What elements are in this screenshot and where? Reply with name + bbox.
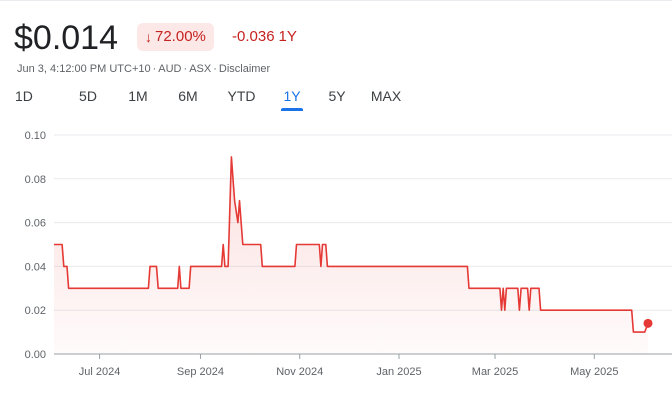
y-tick-label: 0.08 — [25, 174, 46, 186]
x-tick-label: May 2025 — [570, 366, 618, 378]
x-tick-label: Sep 2024 — [177, 366, 224, 378]
y-tick-label: 0.10 — [25, 130, 46, 142]
y-tick-label: 0.02 — [25, 305, 46, 317]
x-tick-label: Jan 2025 — [376, 366, 421, 378]
y-tick-label: 0.00 — [25, 349, 46, 361]
y-tick-label: 0.06 — [25, 218, 46, 230]
x-tick-label: Jul 2024 — [79, 366, 121, 378]
y-tick-label: 0.04 — [25, 261, 46, 273]
series-area — [54, 156, 648, 354]
x-tick-label: Nov 2024 — [276, 366, 323, 378]
price-chart[interactable]: 0.00 0.02 0.04 0.06 0.08 0.10 Jul 2024 Sep 2024… — [0, 0, 672, 400]
current-price-dot — [643, 318, 653, 328]
x-tick-label: Mar 2025 — [472, 366, 518, 378]
